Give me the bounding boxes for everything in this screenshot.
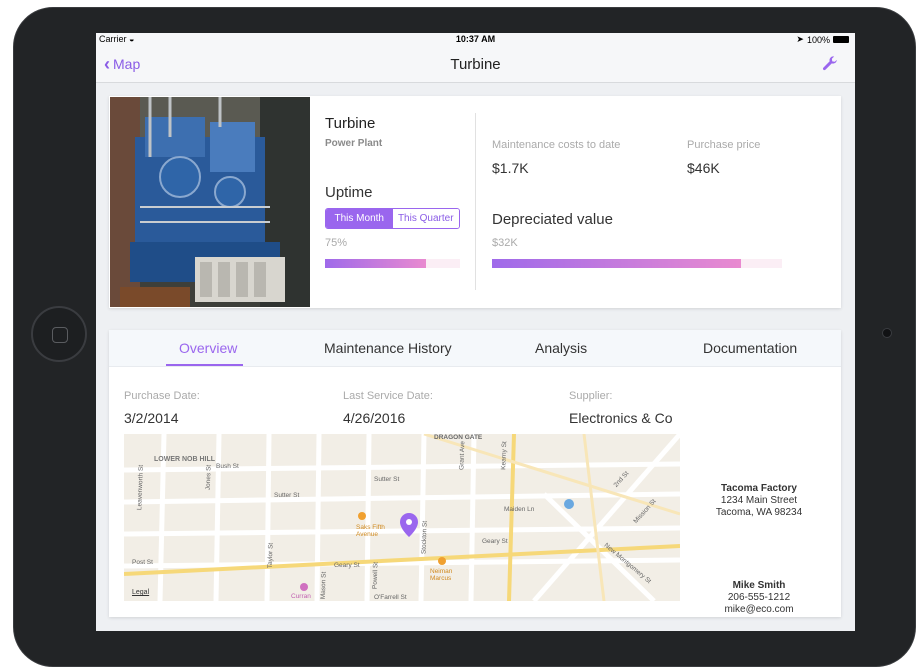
app-screen: Carrier ◒ 10:37 AM ➤ 100% ‹ Map Turbine — [96, 33, 855, 631]
tab-overview[interactable]: Overview — [179, 340, 237, 356]
details-card: Overview Maintenance History Analysis Do… — [109, 330, 841, 617]
status-bar: Carrier ◒ 10:37 AM ➤ 100% — [96, 33, 855, 47]
equipment-summary-card: Turbine Power Plant Uptime This Month Th… — [109, 96, 841, 308]
map-label-geary-st-east: Geary St — [482, 538, 508, 545]
home-button[interactable] — [31, 306, 87, 362]
supplier-value: Electronics & Co — [569, 410, 673, 426]
map-label-jones-st: Jones St — [204, 464, 213, 491]
equipment-name: Turbine — [325, 115, 376, 132]
factory-street: 1234 Main Street — [720, 495, 798, 506]
segment-this-quarter[interactable]: This Quarter — [392, 209, 459, 228]
map-label-lower-nob-hill: LOWER NOB HILL — [154, 456, 216, 463]
map-label-saks: Saks Fifth Avenue — [356, 524, 385, 538]
map-label-curran: Curran — [291, 593, 311, 600]
map-legal-link[interactable]: Legal — [132, 589, 149, 596]
depreciated-bar-fill — [492, 259, 742, 268]
map-label-post-st: Post St — [132, 559, 153, 566]
depreciated-value: $32K — [492, 237, 518, 249]
factory-name: Tacoma Factory — [721, 483, 797, 494]
map-label-dragon-gate: DRAGON GATE — [434, 434, 483, 441]
depreciated-value-label: Depreciated value — [492, 211, 613, 228]
map-label-maiden-ln: Maiden Ln — [504, 506, 535, 513]
map-label-powell-st: Powell St — [371, 561, 380, 590]
map-label-ofarrell-st: O'Farrell St — [374, 594, 407, 601]
contact-person: Mike Smith 206-555-1212 mike@eco.com — [709, 580, 809, 616]
map-label-taylor-st: Taylor St — [266, 542, 275, 569]
camera-icon — [882, 328, 892, 338]
supplier-label: Supplier: — [569, 390, 613, 402]
location-icon: ➤ — [796, 34, 804, 44]
wrench-icon[interactable] — [821, 55, 839, 73]
contact-name: Mike Smith — [732, 580, 786, 591]
purchase-price-value: $46K — [687, 160, 720, 176]
map-label-sutter-st: Sutter St — [374, 476, 400, 483]
active-tab-indicator — [166, 364, 243, 366]
battery-percent: 100% — [806, 34, 830, 45]
map-label-grant-ave: Grant Ave — [458, 440, 467, 471]
map-label-sutter-st-west: Sutter St — [274, 492, 300, 499]
battery-icon — [833, 36, 849, 43]
home-square-icon — [52, 327, 68, 343]
tab-documentation[interactable]: Documentation — [703, 340, 797, 356]
uptime-label: Uptime — [325, 184, 373, 201]
status-right: ➤ 100% — [796, 34, 849, 45]
clock: 10:37 AM — [455, 34, 496, 44]
map-label-mason-st: Mason St — [319, 571, 328, 600]
tab-analysis[interactable]: Analysis — [535, 340, 587, 356]
uptime-value: 75% — [325, 237, 348, 249]
equipment-location: Power Plant — [325, 138, 383, 149]
maintenance-cost-label: Maintenance costs to date — [492, 139, 621, 151]
contact-phone[interactable]: 206-555-1212 — [709, 592, 809, 604]
page-title: Turbine — [450, 56, 501, 73]
last-service-label: Last Service Date: — [343, 390, 433, 402]
segment-this-month[interactable]: This Month — [326, 209, 393, 228]
location-map[interactable]: LOWER NOB HILL Bush St Sutter St Sutter … — [124, 434, 680, 601]
uptime-period-selector: This Month This Quarter — [325, 208, 460, 229]
contact-email[interactable]: mike@eco.com — [709, 604, 809, 616]
map-label-kearny-st: Kearny St — [500, 441, 509, 470]
tab-maintenance-history[interactable]: Maintenance History — [324, 340, 452, 356]
purchase-price-label: Purchase price — [687, 139, 761, 151]
maintenance-cost-value: $1.7K — [492, 160, 529, 176]
purchase-date-label: Purchase Date: — [124, 390, 200, 402]
factory-city: Tacoma, WA 98234 — [715, 507, 803, 518]
navigation-bar: ‹ Map Turbine — [96, 47, 855, 83]
depreciated-bar — [492, 259, 782, 268]
last-service-value: 4/26/2016 — [343, 410, 406, 426]
map-label-bush-st: Bush St — [216, 463, 239, 470]
uptime-bar-fill — [325, 259, 427, 268]
map-label-stockton-st: Stockton St — [420, 520, 429, 555]
turbine-photo — [110, 97, 310, 307]
purchase-date-value: 3/2/2014 — [124, 410, 179, 426]
uptime-bar — [325, 259, 460, 268]
map-label-geary-st: Geary St — [334, 562, 360, 569]
tab-bar: Overview Maintenance History Analysis Do… — [109, 330, 841, 367]
factory-address: Tacoma Factory 1234 Main Street Tacoma, … — [709, 483, 809, 519]
map-label-neiman: Neiman Marcus — [430, 568, 453, 582]
vertical-divider — [475, 113, 476, 290]
